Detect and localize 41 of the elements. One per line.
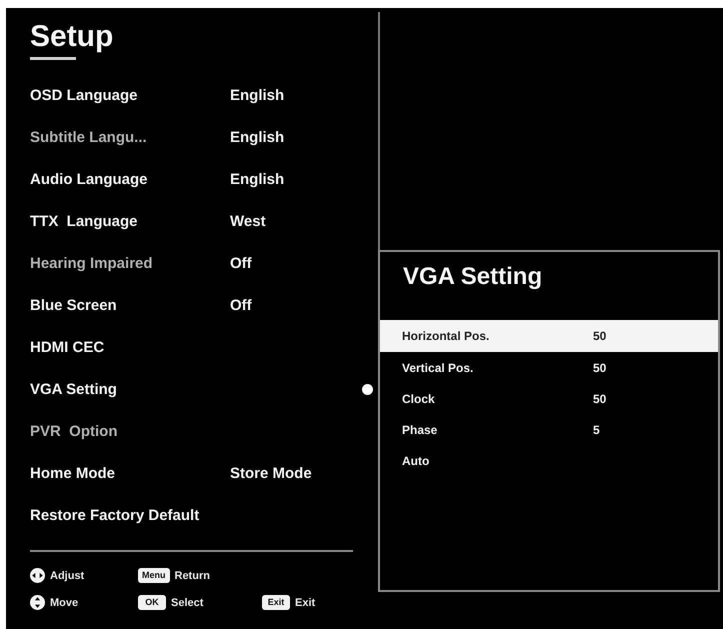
menu-item[interactable]: Home Mode	[30, 464, 230, 482]
submenu-item-value: 5	[593, 422, 600, 436]
submenu-item[interactable]: Clock 50	[380, 383, 718, 414]
up-down-pad-icon	[30, 595, 45, 610]
hint-label: Exit	[295, 596, 316, 608]
submenu-item-label: Vertical Pos.	[402, 360, 474, 374]
menu-item[interactable]: VGA Setting	[30, 380, 230, 398]
menu-item[interactable]: HDMI CEC	[30, 338, 230, 356]
submenu-title: VGA Setting	[402, 262, 544, 292]
remote-key: OK	[138, 595, 166, 610]
menu-item[interactable]: Blue Screen	[30, 296, 230, 314]
menu-item[interactable]: OSD Language	[30, 86, 230, 104]
submenu-item-value: 50	[593, 360, 606, 374]
submenu-item-label: Clock	[402, 392, 436, 406]
menu-item[interactable]: Restore Factory Default	[30, 506, 230, 524]
menu-item-value: Store Mode	[230, 464, 313, 482]
submenu-item-label: Phase	[402, 422, 438, 436]
submenu-item[interactable]: Horizontal Pos. 50	[380, 320, 718, 352]
submenu-item[interactable]: Vertical Pos. 50	[380, 352, 718, 383]
menu-item[interactable]: TTX Language	[30, 212, 230, 230]
menu-item[interactable]: Audio Language	[30, 170, 230, 188]
menu-item-value: English	[230, 86, 286, 104]
left-right-pad-icon	[30, 568, 45, 583]
menu-item-value: Off	[230, 296, 253, 314]
menu-item-value: West	[230, 212, 267, 230]
menu-item-value: English	[230, 170, 286, 188]
hint-label: Adjust	[50, 570, 84, 582]
hint-label: Move	[50, 596, 78, 608]
remote-key: Menu	[138, 568, 170, 583]
hint-label: Return	[174, 570, 210, 582]
submenu-item[interactable]: Phase 5	[380, 414, 718, 445]
submenu-item-value: 50	[593, 329, 606, 343]
submenu-item-label: Horizontal Pos.	[402, 329, 490, 343]
submenu-item-label: Auto	[402, 454, 430, 468]
menu-item-value: English	[230, 128, 286, 146]
submenu-item[interactable]: Auto	[380, 445, 718, 476]
submenu-item-value: 50	[593, 392, 606, 406]
menu-title: Setup	[30, 20, 114, 54]
remote-key: Exit	[262, 595, 290, 610]
menu-item-value: Off	[230, 254, 253, 272]
hint-label: Select	[171, 596, 204, 608]
